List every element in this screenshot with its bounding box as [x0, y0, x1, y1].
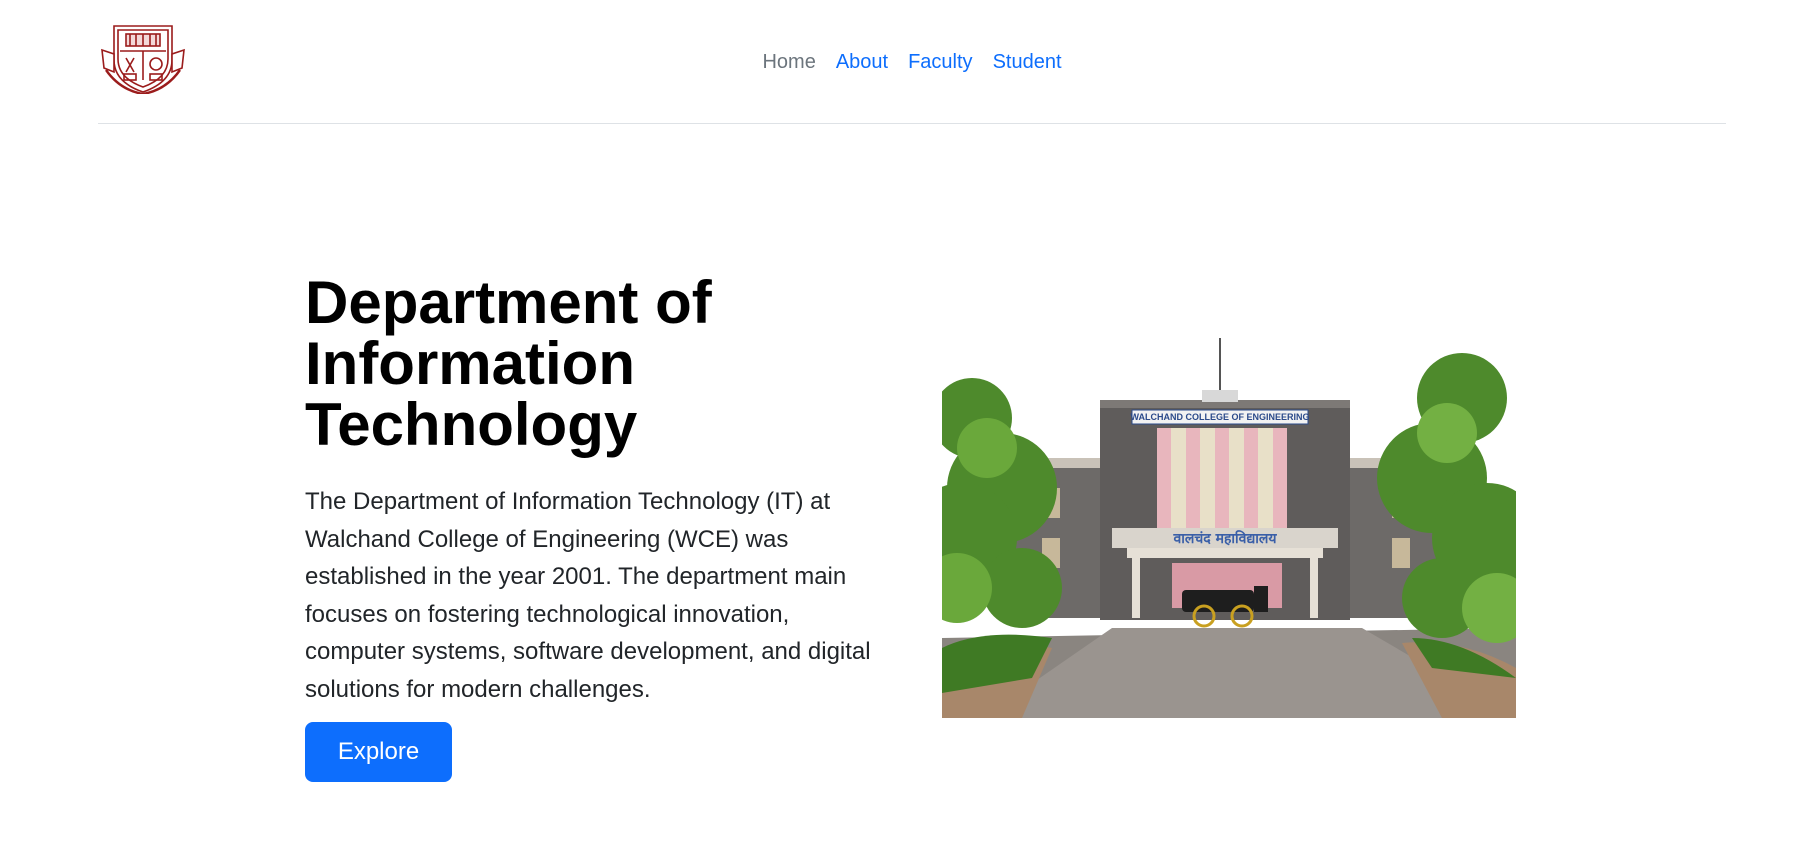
- nav-faculty-link[interactable]: Faculty: [908, 48, 972, 76]
- title-line-3: Technology: [305, 391, 638, 458]
- main-nav: Home About Faculty Student: [98, 48, 1726, 76]
- title-line-1: Department of: [305, 269, 712, 336]
- hero-description: The Department of Information Technology…: [305, 488, 871, 703]
- title-line-2: Information: [305, 330, 635, 397]
- nav-about-link[interactable]: About: [836, 48, 888, 76]
- college-building-image: WALCHAND COLLEGE OF ENGINEERING वालचंद म…: [942, 338, 1516, 718]
- nav-home-link[interactable]: Home: [762, 48, 815, 76]
- marathi-sign-text: वालचंद महाविद्यालय: [1173, 530, 1278, 547]
- page-title: Department of Information Technology: [305, 272, 885, 455]
- nav-student-link[interactable]: Student: [993, 48, 1062, 76]
- site-header: Home About Faculty Student: [98, 0, 1726, 124]
- building-sign-text: WALCHAND COLLEGE OF ENGINEERING: [1130, 412, 1309, 422]
- hero-text-block: Department of Information Technology The D…: [305, 272, 885, 709]
- explore-button[interactable]: Explore: [305, 722, 452, 782]
